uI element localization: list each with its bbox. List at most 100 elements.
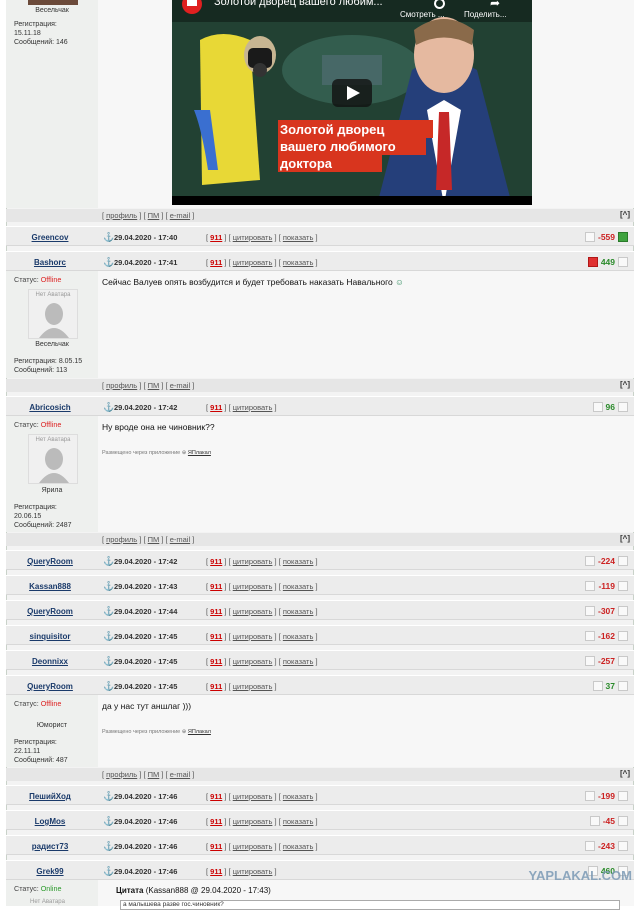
vote-up-icon[interactable] xyxy=(618,257,628,267)
report-link[interactable]: 911 xyxy=(210,682,222,691)
show-link[interactable]: показать xyxy=(283,792,314,801)
email-link[interactable]: e-mail xyxy=(170,211,190,220)
pm-link[interactable]: ПМ xyxy=(148,211,160,220)
vote-up-icon[interactable] xyxy=(618,402,628,412)
pm-link[interactable]: ПМ xyxy=(148,770,160,779)
video-title[interactable]: Золотой дворец вашего любим... xyxy=(214,0,383,8)
vote-up-icon[interactable] xyxy=(618,606,628,616)
anchor-icon[interactable]: ⚓ xyxy=(103,556,114,567)
show-link[interactable]: показать xyxy=(283,258,314,267)
show-link[interactable]: показать xyxy=(283,233,314,242)
report-link[interactable]: 911 xyxy=(210,403,222,412)
vote-down-icon[interactable] xyxy=(584,606,595,616)
show-link[interactable]: показать xyxy=(283,557,314,566)
anchor-icon[interactable]: ⚓ xyxy=(103,866,114,877)
vote-down-icon[interactable] xyxy=(584,631,595,641)
username[interactable]: Kassan888 xyxy=(6,582,94,591)
username[interactable]: радист73 xyxy=(6,842,94,851)
vote-up-icon[interactable] xyxy=(618,581,628,591)
video-embed[interactable]: Золотой дворец вашего любим... Смотреть … xyxy=(172,0,532,205)
vote-down-icon[interactable] xyxy=(592,402,603,412)
username[interactable]: QueryRoom xyxy=(6,557,94,566)
scroll-top-link[interactable]: [^] xyxy=(620,380,630,389)
anchor-icon[interactable]: ⚓ xyxy=(103,402,114,413)
report-link[interactable]: 911 xyxy=(210,632,222,641)
email-link[interactable]: e-mail xyxy=(170,770,190,779)
quote-link[interactable]: цитировать xyxy=(233,233,273,242)
scroll-top-link[interactable]: [^] xyxy=(620,769,630,778)
profile-link[interactable]: профиль xyxy=(106,770,137,779)
quote-link[interactable]: цитировать xyxy=(233,582,273,591)
report-link[interactable]: 911 xyxy=(210,817,222,826)
quote-link[interactable]: цитировать xyxy=(233,607,273,616)
anchor-icon[interactable]: ⚓ xyxy=(103,257,114,268)
quote-link[interactable]: цитировать xyxy=(233,842,273,851)
report-link[interactable]: 911 xyxy=(210,867,222,876)
anchor-icon[interactable]: ⚓ xyxy=(103,656,114,667)
username[interactable]: LogMos xyxy=(6,817,94,826)
anchor-icon[interactable]: ⚓ xyxy=(103,581,114,592)
username[interactable]: Deonnixx xyxy=(6,657,94,666)
quote-link[interactable]: цитировать xyxy=(233,867,273,876)
vote-down-icon[interactable] xyxy=(592,681,603,691)
report-link[interactable]: 911 xyxy=(210,792,222,801)
vote-up-icon[interactable] xyxy=(618,232,628,242)
show-link[interactable]: показать xyxy=(283,657,314,666)
vote-down-icon[interactable] xyxy=(584,556,595,566)
quote-link[interactable]: цитировать xyxy=(233,682,273,691)
quote-link[interactable]: цитировать xyxy=(233,632,273,641)
show-link[interactable]: показать xyxy=(283,842,314,851)
vote-down-icon[interactable] xyxy=(587,257,598,267)
vote-down-icon[interactable] xyxy=(584,232,595,242)
watch-later-label[interactable]: Смотреть ... xyxy=(400,10,445,19)
quote-link[interactable]: цитировать xyxy=(233,258,273,267)
vote-up-icon[interactable] xyxy=(618,556,628,566)
vote-up-icon[interactable] xyxy=(618,841,628,851)
app-link[interactable]: ЯПлакал xyxy=(188,729,211,735)
quote-link[interactable]: цитировать xyxy=(233,657,273,666)
username[interactable]: Grek99 xyxy=(6,867,94,876)
share-label[interactable]: Поделить... xyxy=(464,10,507,19)
username[interactable]: QueryRoom xyxy=(6,607,94,616)
anchor-icon[interactable]: ⚓ xyxy=(103,681,114,692)
show-link[interactable]: показать xyxy=(283,817,314,826)
vote-down-icon[interactable] xyxy=(584,656,595,666)
profile-link[interactable]: профиль xyxy=(106,211,137,220)
vote-down-icon[interactable] xyxy=(584,841,595,851)
vote-up-icon[interactable] xyxy=(618,791,628,801)
vote-up-icon[interactable] xyxy=(618,681,628,691)
profile-link[interactable]: профиль xyxy=(106,535,137,544)
vote-down-icon[interactable] xyxy=(584,791,595,801)
pm-link[interactable]: ПМ xyxy=(148,381,160,390)
quote-link[interactable]: цитировать xyxy=(233,817,273,826)
vote-up-icon[interactable] xyxy=(618,816,628,826)
username[interactable]: QueryRoom xyxy=(6,682,94,691)
report-link[interactable]: 911 xyxy=(210,258,222,267)
show-link[interactable]: показать xyxy=(283,582,314,591)
report-link[interactable]: 911 xyxy=(210,557,222,566)
show-link[interactable]: показать xyxy=(283,607,314,616)
anchor-icon[interactable]: ⚓ xyxy=(103,606,114,617)
share-icon[interactable]: ➦ xyxy=(490,0,500,10)
report-link[interactable]: 911 xyxy=(210,582,222,591)
report-link[interactable]: 911 xyxy=(210,657,222,666)
vote-up-icon[interactable] xyxy=(618,656,628,666)
pm-link[interactable]: ПМ xyxy=(148,535,160,544)
show-link[interactable]: показать xyxy=(283,632,314,641)
anchor-icon[interactable]: ⚓ xyxy=(103,841,114,852)
vote-down-icon[interactable] xyxy=(585,581,596,591)
anchor-icon[interactable]: ⚓ xyxy=(103,816,114,827)
scroll-top-link[interactable]: [^] xyxy=(620,210,630,219)
report-link[interactable]: 911 xyxy=(210,607,222,616)
profile-link[interactable]: профиль xyxy=(106,381,137,390)
quote-link[interactable]: цитировать xyxy=(233,792,273,801)
vote-down-icon[interactable] xyxy=(589,816,600,826)
username[interactable]: Bashorc xyxy=(6,258,94,267)
quote-link[interactable]: цитировать xyxy=(233,557,273,566)
username[interactable]: Abricosich xyxy=(6,403,94,412)
report-link[interactable]: 911 xyxy=(210,233,222,242)
vote-up-icon[interactable] xyxy=(618,631,628,641)
username[interactable]: sinquisitor xyxy=(6,632,94,641)
report-link[interactable]: 911 xyxy=(210,842,222,851)
anchor-icon[interactable]: ⚓ xyxy=(103,232,114,243)
